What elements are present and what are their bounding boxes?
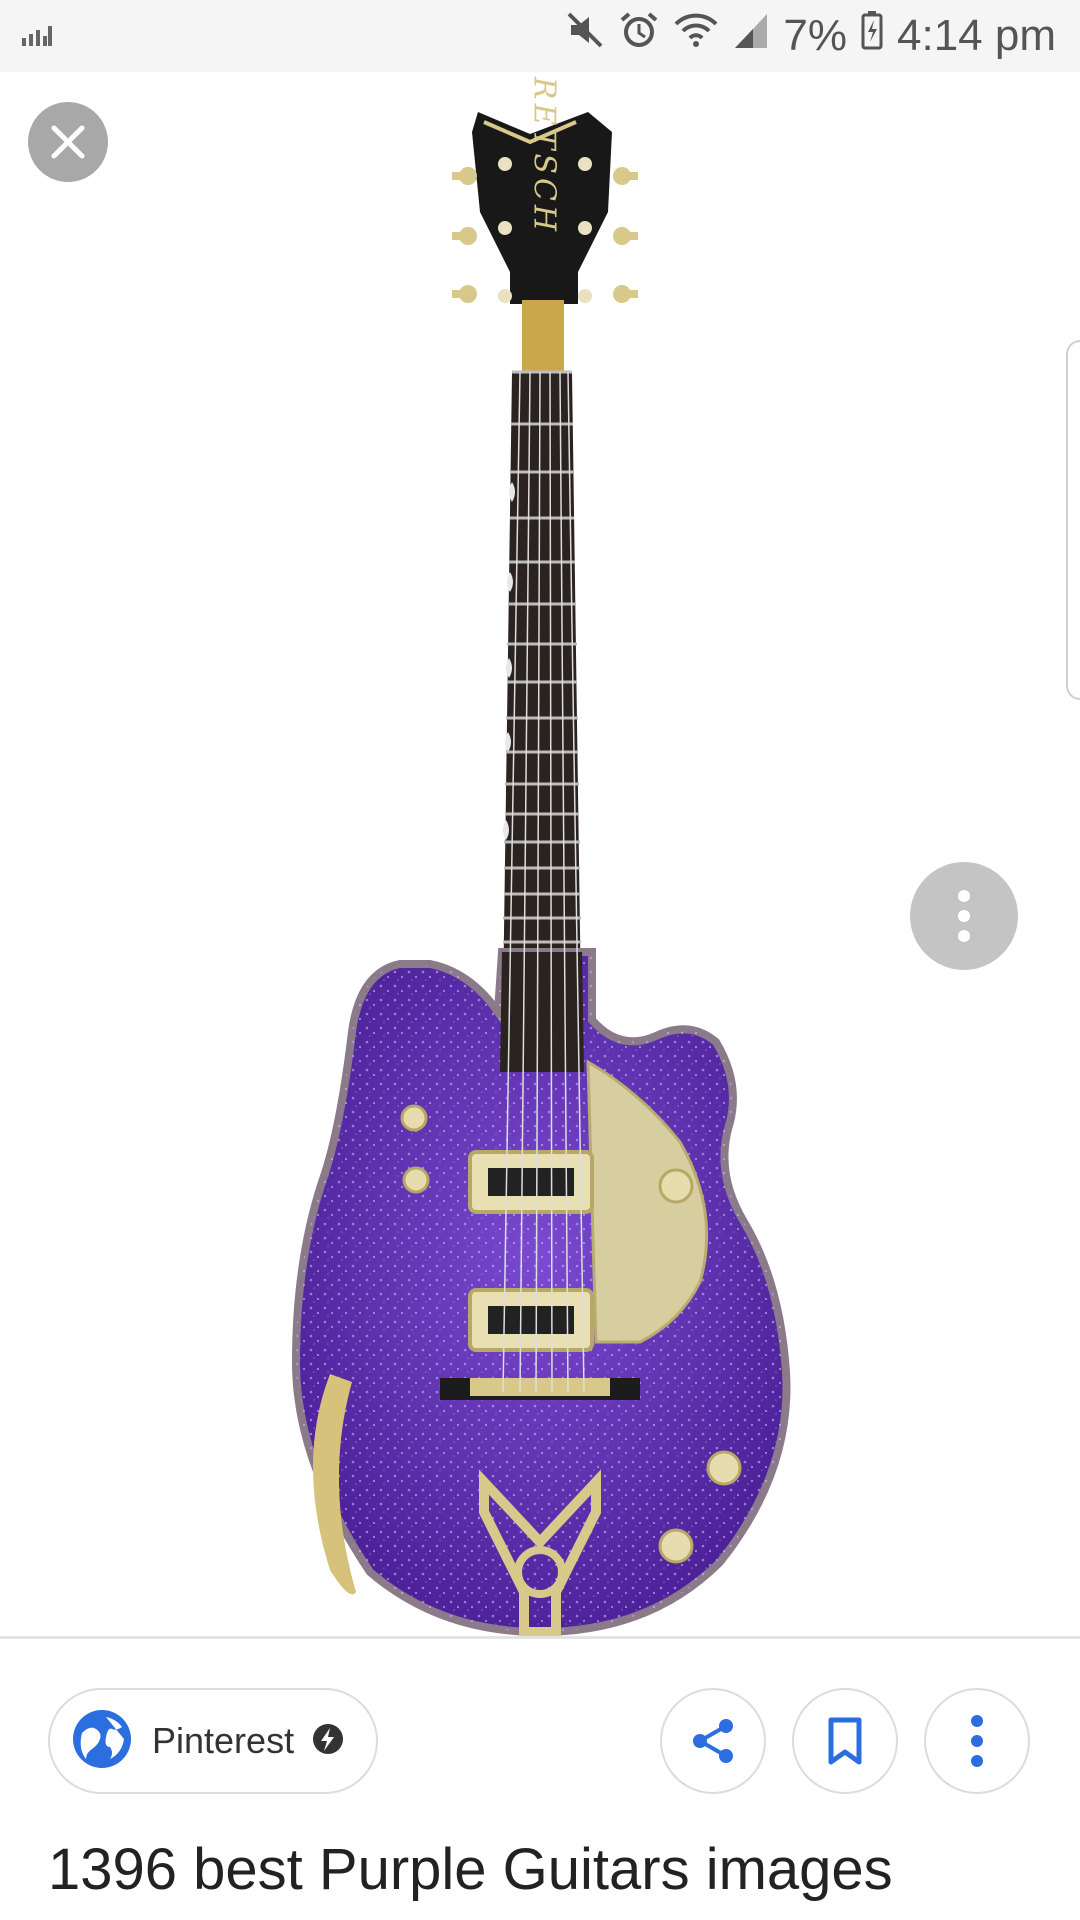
status-bar: 7% 4:14 pm <box>0 0 1080 72</box>
signal-bars-icon <box>22 24 52 51</box>
more-options-button[interactable] <box>924 1688 1030 1794</box>
wifi-icon <box>673 10 719 61</box>
source-label: Pinterest <box>152 1720 295 1761</box>
source-chip[interactable]: Pinterest <box>48 1688 378 1794</box>
battery-percent: 7% <box>783 10 848 60</box>
share-button[interactable] <box>660 1688 766 1794</box>
divider <box>0 1636 1080 1639</box>
cell-signal-icon <box>733 10 769 61</box>
clock: 4:14 pm <box>897 10 1056 60</box>
image-more-button[interactable] <box>910 862 1018 970</box>
globe-icon <box>72 1709 132 1774</box>
save-button[interactable] <box>792 1688 898 1794</box>
image-viewer[interactable]: GRETSCH <box>0 72 1080 1637</box>
side-panel-handle[interactable] <box>1066 340 1080 700</box>
result-title[interactable]: 1396 best Purple Guitars images <box>48 1836 893 1903</box>
more-vert-icon <box>971 1715 983 1767</box>
close-icon <box>51 125 85 159</box>
mute-icon <box>565 10 605 61</box>
close-button[interactable] <box>28 102 108 182</box>
lightning-bolt-icon <box>312 1723 344 1760</box>
share-icon <box>693 1719 733 1763</box>
bookmark-icon <box>828 1717 862 1765</box>
guitar-image: GRETSCH <box>291 72 791 1637</box>
more-vert-icon <box>958 890 970 942</box>
headstock-logo: GRETSCH <box>527 72 562 235</box>
alarm-icon <box>619 10 659 61</box>
battery-charging-icon <box>861 10 883 61</box>
